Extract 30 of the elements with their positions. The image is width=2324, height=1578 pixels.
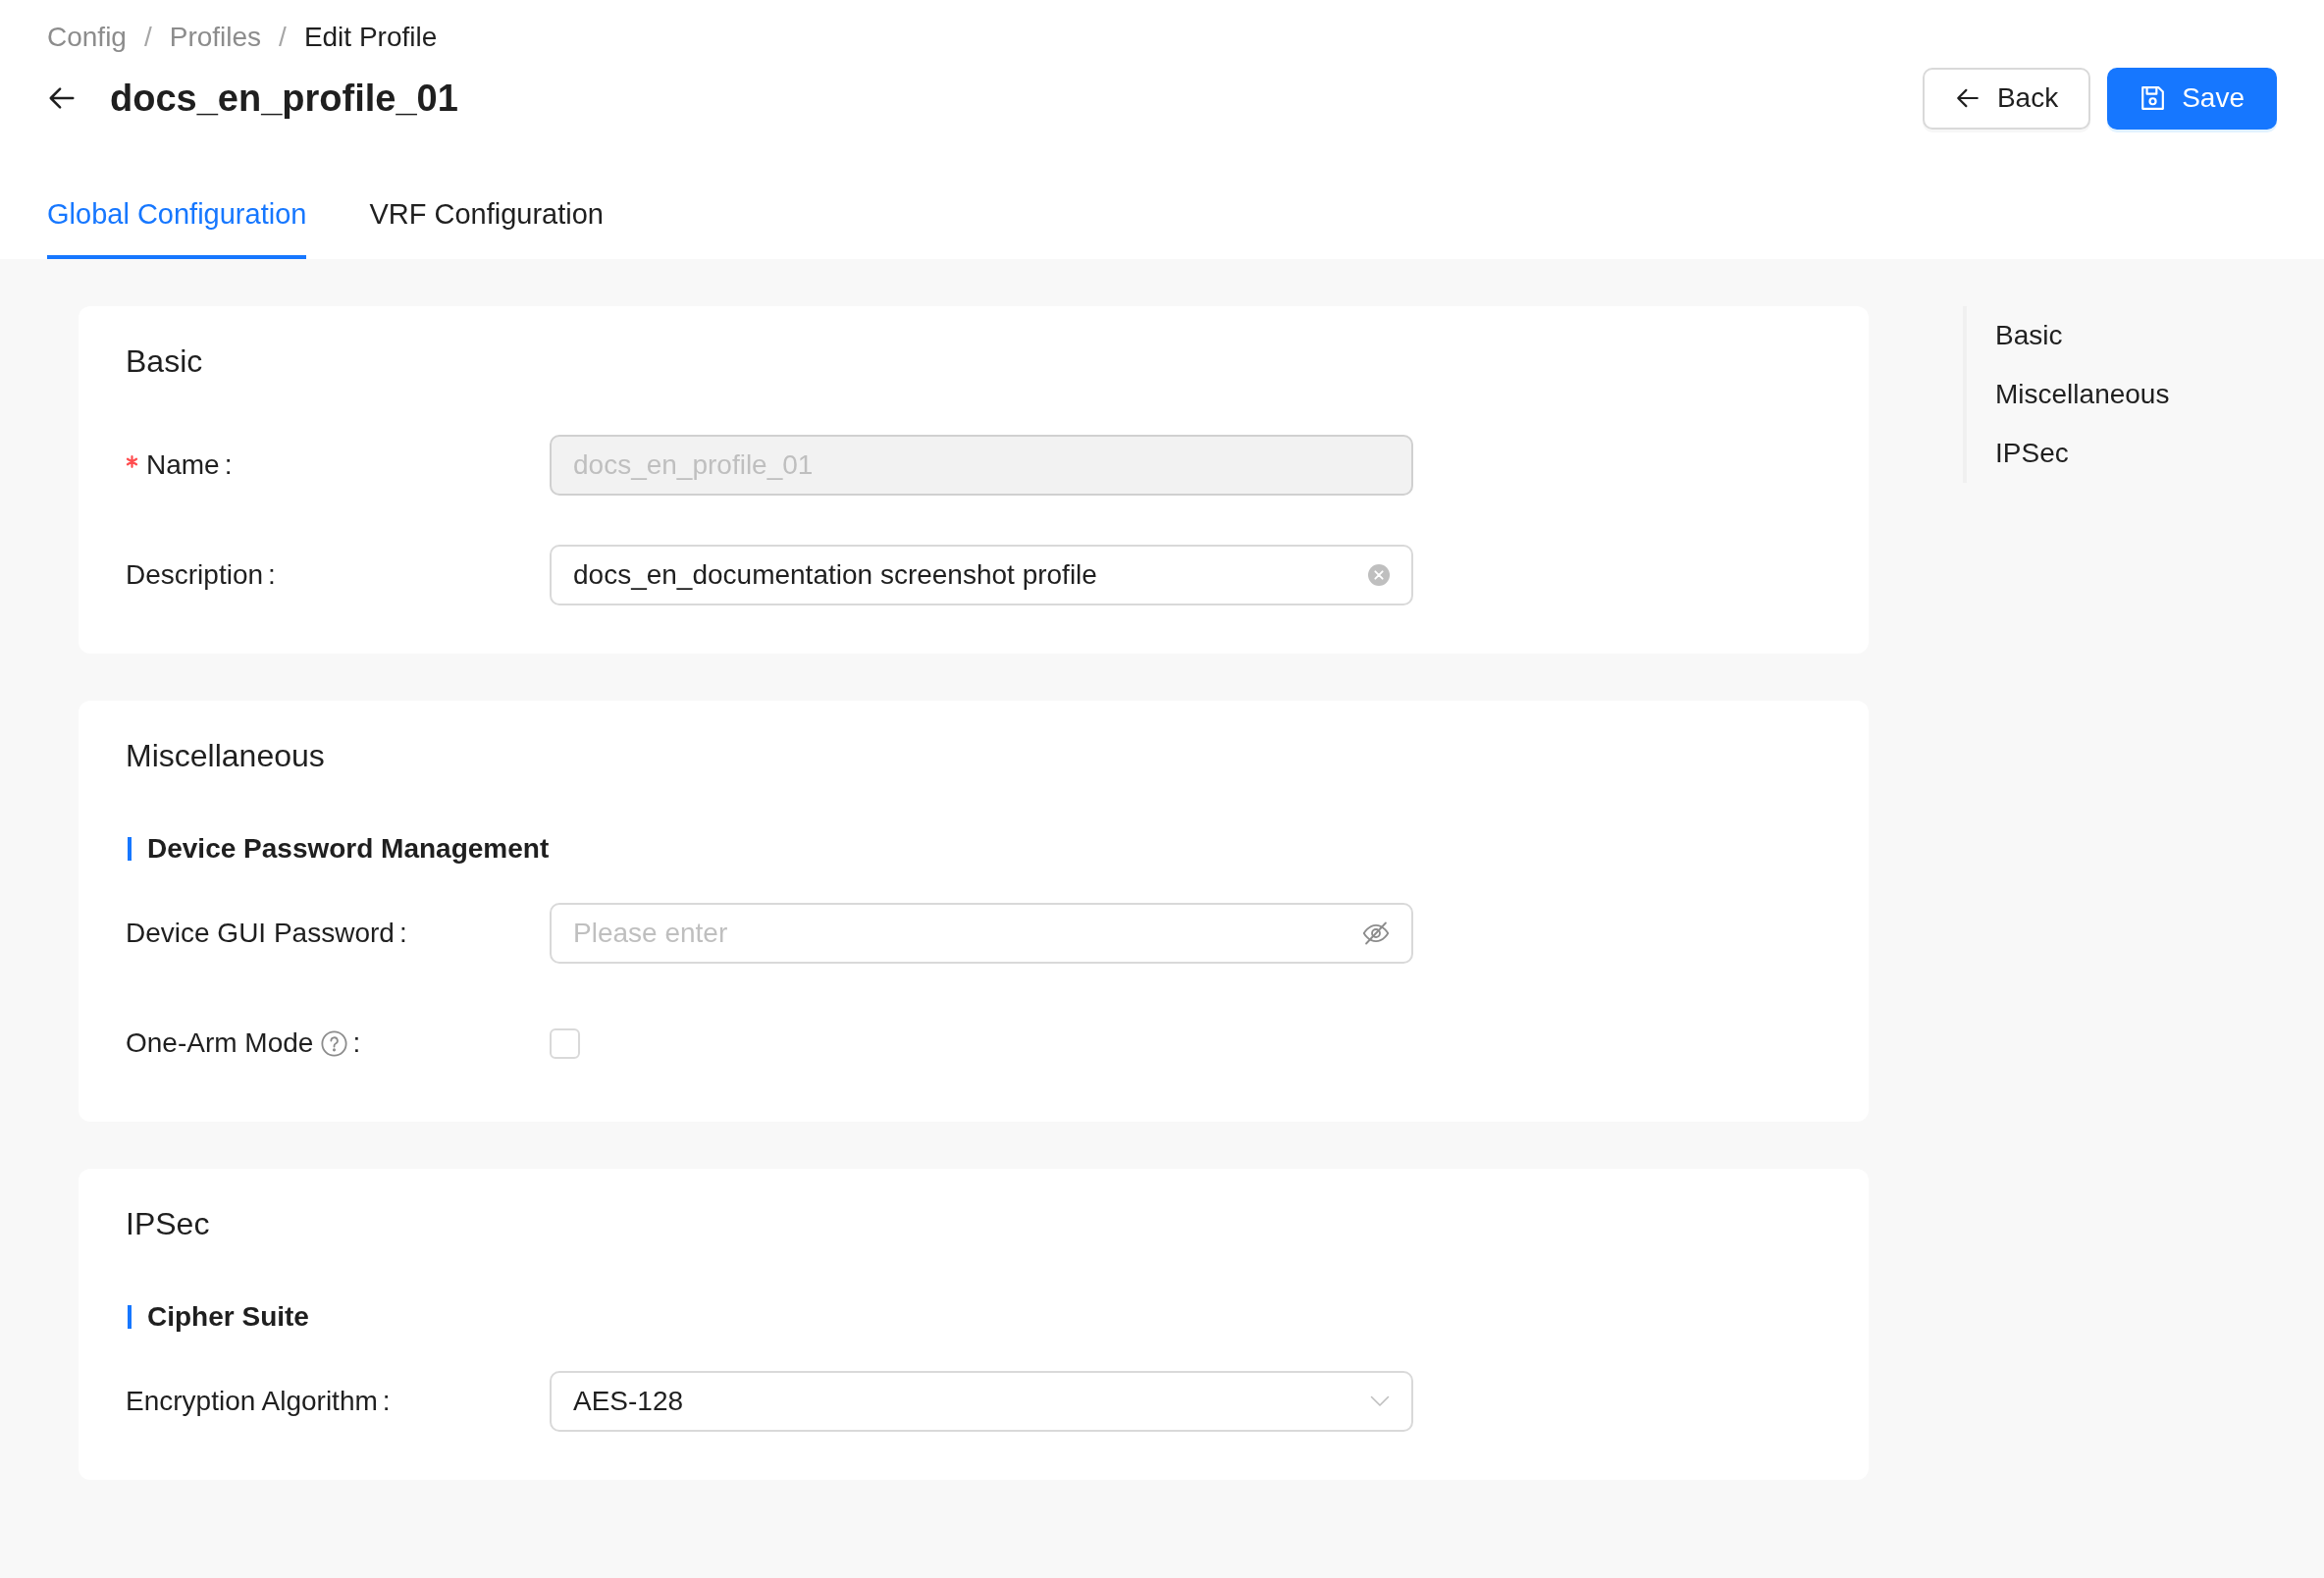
accent-bar-icon [128, 1305, 132, 1329]
clear-icon[interactable] [1368, 564, 1390, 586]
select-dropdown[interactable]: AES-128 [550, 1371, 1413, 1432]
label-colon: : [352, 1027, 361, 1059]
page-title: docs_en_profile_01 [110, 77, 458, 120]
back-button[interactable]: Back [1922, 67, 2091, 130]
field-label: Name : [146, 449, 233, 481]
accent-bar-icon [128, 837, 132, 861]
text-input[interactable]: docs_en_documentation screenshot profile [550, 545, 1413, 605]
section-title: Basic [126, 342, 204, 381]
breadcrumb-separator: / [143, 22, 152, 53]
anchor-link[interactable]: Basic [1963, 306, 2170, 365]
subsection-title: Cipher Suite [147, 1300, 309, 1334]
section-title: IPSec [126, 1205, 211, 1243]
field-label: One-Arm Mode [126, 1027, 314, 1059]
checkbox[interactable] [550, 1027, 580, 1059]
breadcrumb-current: Edit Profile [303, 22, 438, 53]
breadcrumb-separator: / [279, 22, 287, 53]
field-label: Device GUI Password : [126, 918, 407, 949]
eye-slash-icon[interactable] [1362, 920, 1390, 947]
anchor-link[interactable]: Miscellaneous [1963, 365, 2170, 424]
field-label: Encryption Algorithm : [126, 1386, 391, 1417]
save-icon [2139, 85, 2166, 111]
anchor-link[interactable]: IPSec [1963, 424, 2170, 483]
tab[interactable]: VRF Configuration [369, 171, 604, 259]
subsection-title: Device Password Management [147, 832, 550, 866]
tab[interactable]: Global Configuration [47, 171, 307, 259]
section-title: Miscellaneous [126, 737, 326, 775]
save-button[interactable]: Save [2107, 67, 2277, 130]
field-label: Description : [126, 559, 276, 591]
